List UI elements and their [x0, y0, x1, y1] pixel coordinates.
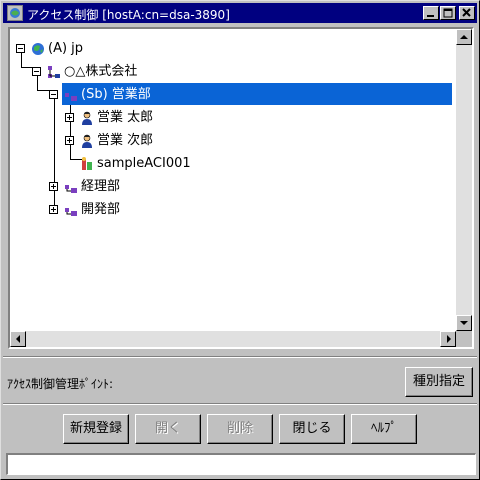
main-window: アクセス制御 [hostA:cn=dsa-3890] (A) jp ○△株式会社… [0, 0, 480, 480]
status-bar [6, 453, 476, 475]
minimize-icon [427, 15, 434, 17]
scroll-up-button[interactable] [456, 29, 472, 45]
close-icon [462, 8, 471, 17]
org-unit-icon [63, 87, 79, 103]
org-unit-icon [63, 179, 79, 195]
arrow-up-icon [460, 35, 468, 39]
horizontal-scrollbar[interactable] [10, 331, 456, 347]
access-control-point-label: ｱｸｾｽ制御管理ﾎﾟｲﾝﾄ: [7, 377, 114, 391]
close-dialog-button[interactable]: 閉じる [279, 414, 345, 444]
maximize-button[interactable] [440, 6, 456, 20]
separator [3, 356, 477, 358]
tree-connector [21, 51, 22, 67]
collapse-toggle-icon[interactable] [16, 44, 25, 53]
new-register-button[interactable]: 新規登録 [63, 414, 129, 444]
tree-node-label: 営業 次郎 [97, 133, 154, 148]
aci-icon [79, 156, 95, 172]
window-title: アクセス制御 [hostA:cn=dsa-3890] [27, 8, 230, 22]
help-button[interactable]: ﾍﾙﾌﾟ [351, 414, 417, 444]
app-icon [7, 5, 23, 21]
delete-button[interactable]: 削除 [207, 414, 273, 444]
person-icon [79, 133, 95, 149]
close-button[interactable] [459, 6, 475, 20]
arrow-down-icon [460, 321, 468, 325]
maximize-icon [443, 8, 453, 18]
expand-toggle-icon[interactable] [49, 182, 58, 191]
tree-node-label: (A) jp [48, 41, 84, 56]
type-spec-button[interactable]: 種別指定 [405, 367, 473, 397]
tree-node-label: ○△株式会社 [64, 64, 138, 79]
collapse-toggle-icon[interactable] [32, 67, 41, 76]
directory-tree-panel: (A) jp ○△株式会社 (Sb) 営業部 営業 太郎 営業 次郎 sampl… [8, 27, 474, 349]
separator [3, 403, 477, 405]
expand-toggle-icon[interactable] [65, 113, 74, 122]
arrow-left-icon [16, 335, 20, 343]
directory-tree[interactable]: (A) jp ○△株式会社 (Sb) 営業部 営業 太郎 営業 次郎 sampl… [10, 29, 456, 331]
tree-node-label: 開発部 [81, 202, 121, 217]
scrollbar-corner [456, 331, 472, 347]
person-icon [79, 110, 95, 126]
tree-connector [70, 97, 71, 159]
tree-node-label: (Sb) 営業部 [81, 87, 151, 102]
tree-node-label: 経理部 [81, 179, 121, 194]
tree-node-label: sampleACI001 [97, 156, 191, 171]
open-button[interactable]: 開く [135, 414, 201, 444]
expand-toggle-icon[interactable] [65, 136, 74, 145]
arrow-right-icon [447, 335, 451, 343]
globe-icon [30, 41, 46, 57]
tree-connector [37, 90, 49, 91]
title-bar[interactable]: アクセス制御 [hostA:cn=dsa-3890] [3, 3, 477, 23]
tree-connector [37, 74, 38, 90]
scroll-left-button[interactable] [10, 331, 26, 347]
scroll-right-button[interactable] [440, 331, 456, 347]
minimize-button[interactable] [423, 6, 439, 20]
vertical-scrollbar[interactable] [456, 29, 472, 331]
org-unit-icon [63, 202, 79, 218]
collapse-toggle-icon[interactable] [49, 90, 58, 99]
tree-node-label: 営業 太郎 [97, 110, 154, 125]
scroll-down-button[interactable] [456, 315, 472, 331]
organization-icon [46, 64, 62, 80]
expand-toggle-icon[interactable] [49, 205, 58, 214]
